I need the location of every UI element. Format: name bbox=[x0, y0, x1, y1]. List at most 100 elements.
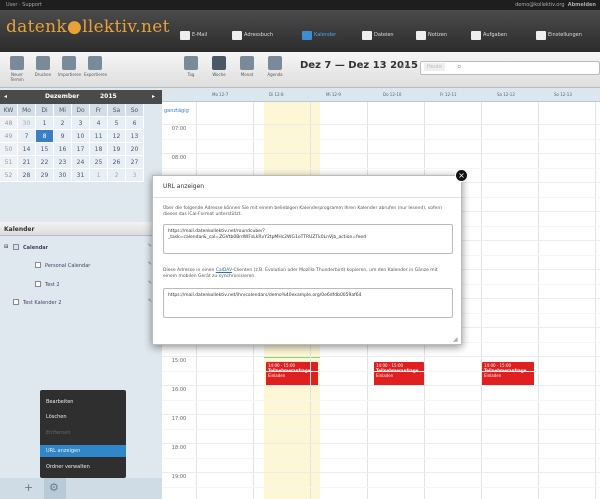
nav-addressbook[interactable]: Adressbuch bbox=[232, 28, 273, 42]
day-header[interactable]: So 12-13 bbox=[554, 92, 572, 97]
prev-month-icon[interactable]: ◂ bbox=[4, 93, 7, 100]
minical-day[interactable]: 2 bbox=[54, 117, 72, 130]
nav-mail[interactable]: E-Mail bbox=[180, 28, 207, 42]
calendar-item-test2[interactable]: Test 2 ✎ bbox=[0, 278, 162, 292]
minical-year[interactable]: 2015 bbox=[100, 93, 117, 100]
minical-day[interactable]: 11 bbox=[90, 130, 108, 143]
minical-day[interactable]: 24 bbox=[72, 156, 90, 169]
event-fr[interactable]: 14:00 - 15:00TeilnehmeranfrageEinladen bbox=[374, 362, 424, 386]
print-button[interactable]: Drucken bbox=[32, 56, 54, 77]
calendar-item-testkalender2[interactable]: Test Kalender 2 ✎ bbox=[0, 296, 162, 310]
minical-day[interactable]: 6 bbox=[126, 117, 144, 130]
mail-icon bbox=[180, 30, 190, 40]
today-button[interactable]: Heute bbox=[424, 63, 446, 71]
nav-notes[interactable]: Notizen bbox=[416, 28, 447, 42]
calendar-checkbox[interactable] bbox=[35, 262, 41, 268]
export-button[interactable]: Exportieren bbox=[84, 56, 107, 77]
day-header[interactable]: Do 12-10 bbox=[383, 92, 401, 97]
minical-day[interactable]: 28 bbox=[18, 169, 36, 182]
resize-handle-icon[interactable]: ◢ bbox=[453, 336, 458, 343]
minical-day[interactable]: 22 bbox=[36, 156, 54, 169]
day-header[interactable]: Sa 12-12 bbox=[497, 92, 515, 97]
minical-day[interactable]: 20 bbox=[126, 143, 144, 156]
minical-month[interactable]: Dezember bbox=[45, 93, 79, 100]
nav-calendar[interactable]: Kalender bbox=[302, 28, 336, 42]
options-button[interactable]: ⚙ bbox=[44, 478, 66, 499]
nav-label: Aufgaben bbox=[483, 32, 508, 38]
minical-day[interactable]: 17 bbox=[72, 143, 90, 156]
minical-day[interactable]: 12 bbox=[108, 130, 126, 143]
minical-day[interactable]: 10 bbox=[72, 130, 90, 143]
calendar-checkbox[interactable] bbox=[35, 281, 41, 287]
menu-item-edit[interactable]: Bearbeiten bbox=[46, 399, 73, 405]
minical-day[interactable]: 26 bbox=[108, 156, 126, 169]
minical-day[interactable]: 7 bbox=[18, 130, 36, 143]
minical-day[interactable]: 29 bbox=[36, 169, 54, 182]
minical-day[interactable]: 13 bbox=[126, 130, 144, 143]
calendar-item-personal[interactable]: Personal Calendar ✎ bbox=[0, 259, 162, 273]
top-strip: User · Support demo@kollektiv.org Abmeld… bbox=[0, 0, 600, 10]
minical-day[interactable]: 15 bbox=[36, 143, 54, 156]
minical-day[interactable]: 23 bbox=[54, 156, 72, 169]
calendar-checkbox[interactable] bbox=[13, 244, 19, 250]
new-event-button[interactable]: Neuer Termin bbox=[6, 56, 28, 82]
half-hour-line bbox=[162, 138, 600, 140]
day-header[interactable]: Di 12-8 bbox=[269, 92, 284, 97]
minical-day[interactable]: 1 bbox=[36, 117, 54, 130]
calendar-checkbox[interactable] bbox=[13, 299, 19, 305]
half-hour-line bbox=[162, 399, 600, 401]
nav-arrows[interactable]: ◂ ▸ bbox=[400, 62, 409, 70]
minical-day[interactable]: 21 bbox=[18, 156, 36, 169]
expand-icon[interactable]: ⊟ bbox=[4, 244, 8, 250]
minical-day[interactable]: 30 bbox=[54, 169, 72, 182]
add-icon[interactable]: + bbox=[24, 481, 33, 494]
minical-day[interactable]: 3 bbox=[126, 169, 144, 182]
minical-week-row: 51 21 22 23 24 25 26 27 bbox=[0, 156, 162, 169]
day-header[interactable]: Mi 12-9 bbox=[326, 92, 341, 97]
ical-url-field[interactable]: https://mail.datenkollektiv.net/roundcub… bbox=[163, 224, 453, 254]
minical-day[interactable]: 5 bbox=[108, 117, 126, 130]
day-separator bbox=[595, 102, 596, 499]
minical-day[interactable]: 27 bbox=[126, 156, 144, 169]
hour-label: 07:00 bbox=[171, 126, 187, 132]
minical-day[interactable]: 1 bbox=[90, 169, 108, 182]
nav-settings[interactable]: Einstellungen bbox=[536, 28, 582, 42]
day-header[interactable]: Mo 12-7 bbox=[212, 92, 228, 97]
view-agenda-button[interactable]: Agenda bbox=[264, 56, 286, 77]
calendar-label: Test Kalender 2 bbox=[23, 300, 62, 306]
minical-day[interactable]: 4 bbox=[90, 117, 108, 130]
import-button[interactable]: Importieren bbox=[58, 56, 81, 77]
nav-files[interactable]: Dateien bbox=[362, 28, 394, 42]
caldav-link[interactable]: CalDAV bbox=[216, 268, 232, 273]
app-logo[interactable]: datenk●llektiv.net bbox=[6, 17, 170, 37]
minical-day[interactable]: 16 bbox=[54, 143, 72, 156]
logout-link[interactable]: Abmelden bbox=[568, 2, 596, 8]
day-header[interactable]: Fr 12-11 bbox=[440, 92, 457, 97]
nav-tasks[interactable]: Aufgaben bbox=[471, 28, 507, 42]
close-dialog-button[interactable]: × bbox=[455, 169, 468, 182]
view-month-button[interactable]: Monat bbox=[236, 56, 258, 77]
minical-day[interactable]: 2 bbox=[108, 169, 126, 182]
minical-day[interactable]: 18 bbox=[90, 143, 108, 156]
minical-day[interactable]: 3 bbox=[72, 117, 90, 130]
minical-day[interactable]: 25 bbox=[90, 156, 108, 169]
view-week-button[interactable]: Woche bbox=[208, 56, 230, 77]
caldav-url-field[interactable]: https://mail.datenkollektiv.net/ihn/cale… bbox=[163, 288, 453, 318]
menu-item-delete[interactable]: Löschen bbox=[46, 414, 67, 420]
minical-day[interactable]: 9 bbox=[54, 130, 72, 143]
minical-day[interactable]: 31 bbox=[72, 169, 90, 182]
minical-day[interactable]: 14 bbox=[18, 143, 36, 156]
menu-item-remove[interactable]: Entfernen bbox=[46, 430, 71, 436]
next-month-icon[interactable]: ▸ bbox=[152, 93, 155, 100]
top-strip-left[interactable]: User · Support bbox=[6, 2, 42, 8]
minical-day[interactable]: 8 bbox=[36, 130, 54, 143]
event-so[interactable]: 14:00 - 15:00TeilnehmeranfrageEinladen bbox=[482, 362, 534, 386]
search-input[interactable]: Heute ⌕ bbox=[420, 61, 600, 75]
day-view-icon bbox=[184, 56, 198, 70]
menu-item-show-url[interactable]: URL anzeigen bbox=[46, 448, 80, 454]
calendar-item-calendar[interactable]: ⊟ Calendar ✎ bbox=[0, 241, 162, 255]
menu-item-manage-folders[interactable]: Ordner verwalten bbox=[46, 464, 90, 470]
minical-day[interactable]: 30 bbox=[18, 117, 36, 130]
view-day-button[interactable]: Tag bbox=[180, 56, 202, 77]
minical-day[interactable]: 19 bbox=[108, 143, 126, 156]
